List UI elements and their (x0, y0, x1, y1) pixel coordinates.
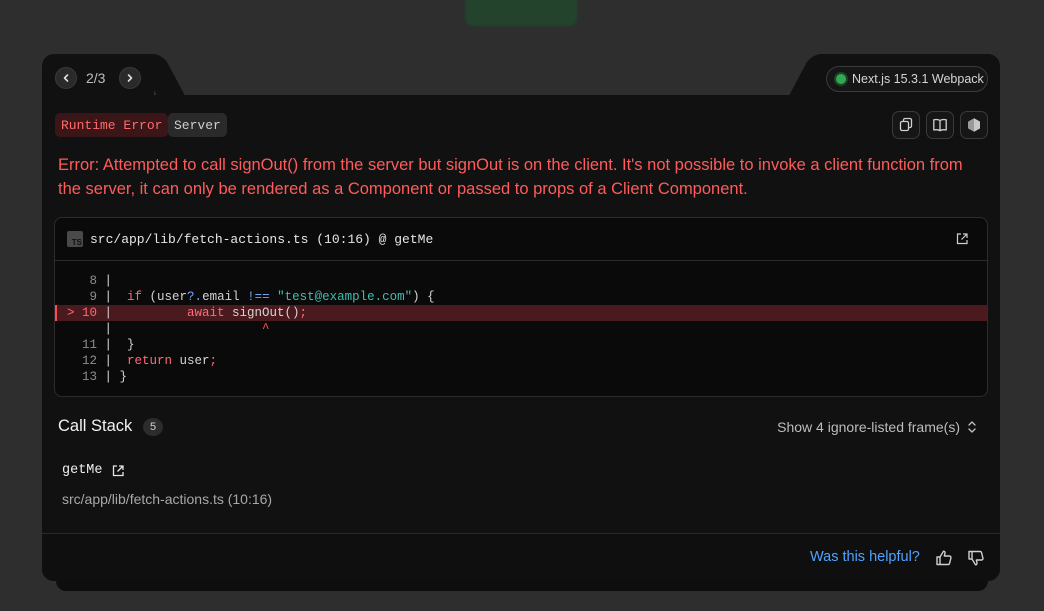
stack-frame-function: getMe (62, 463, 125, 478)
line-number: 10 (81, 306, 97, 320)
line-number: 8 (89, 274, 97, 288)
code-frame-header: TS src/app/lib/fetch-actions.ts (10:16) … (55, 218, 987, 261)
call-stack-title: Call Stack (58, 417, 133, 435)
code-line-highlighted: > 10 | await signOut(); (55, 305, 987, 321)
docs-button[interactable] (926, 111, 954, 139)
thumbs-up-icon[interactable] (934, 548, 954, 568)
server-badge: Server (168, 113, 227, 137)
feedback-prompt: Was this helpful? (810, 549, 920, 565)
code-frame-file: src/app/lib/fetch-actions.ts (10:16) @ g… (90, 231, 434, 247)
show-ignored-frames-button[interactable]: Show 4 ignore-listed frame(s) (777, 419, 978, 435)
call-stack-count: 5 (143, 418, 163, 436)
chevron-left-icon (63, 74, 69, 82)
line-number: 9 (89, 290, 97, 304)
stack-frame-location: src/app/lib/fetch-actions.ts (10:16) (62, 491, 273, 507)
status-dot-icon (836, 74, 846, 84)
line-marker: > (66, 306, 75, 320)
nodejs-hexagon-icon (968, 118, 980, 132)
thumbs-down-icon[interactable] (966, 548, 986, 568)
version-badge[interactable]: Next.js 15.3.1 Webpack (826, 66, 988, 92)
previous-error-button[interactable] (55, 67, 77, 89)
code-line: 11 | } (55, 337, 987, 353)
chevron-up-down-icon (968, 421, 976, 433)
copy-error-button[interactable] (892, 111, 920, 139)
copy-icon (899, 117, 913, 132)
code-line: 8 | (55, 273, 987, 289)
error-caret: ^ (262, 322, 270, 336)
runtime-error-badge: Runtime Error (55, 113, 169, 137)
open-in-editor-icon[interactable] (111, 464, 125, 478)
code-line: | ^ (97, 322, 270, 336)
line-number: 11 (81, 338, 97, 352)
line-number: 12 (81, 354, 97, 368)
chevron-right-icon (127, 74, 133, 82)
nodejs-inspector-button[interactable] (960, 111, 988, 139)
version-label: Next.js 15.3.1 Webpack (852, 72, 984, 86)
show-ignored-label: Show 4 ignore-listed frame(s) (777, 419, 960, 435)
error-position: 2/3 (86, 70, 106, 86)
stack-frame-name: getMe (62, 463, 103, 478)
code-lines: 8 | 9 | if (user?.email !== "test@exampl… (55, 261, 987, 385)
open-in-editor-icon[interactable] (955, 232, 969, 246)
background-button-blur (465, 0, 577, 26)
code-line: 13 | } (55, 369, 987, 385)
line-number: 13 (81, 370, 97, 384)
error-message: Error: Attempted to call signOut() from … (58, 156, 963, 198)
code-line: 12 | return user; (55, 353, 987, 369)
code-frame: TS src/app/lib/fetch-actions.ts (10:16) … (54, 217, 988, 397)
code-line: 9 | if (user?.email !== "test@example.co… (55, 289, 987, 305)
docs-book-icon (933, 118, 947, 132)
typescript-file-icon: TS (67, 231, 83, 247)
next-error-button[interactable] (119, 67, 141, 89)
